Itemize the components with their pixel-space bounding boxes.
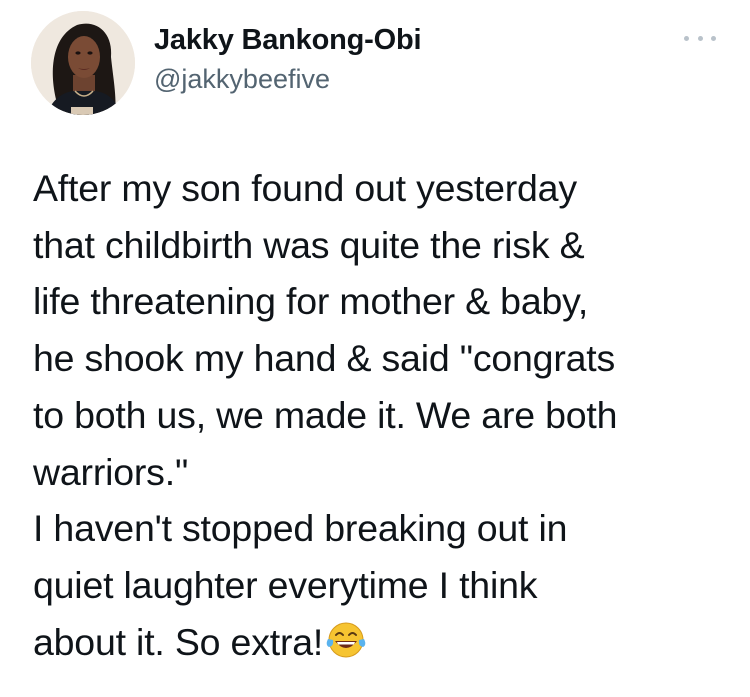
tweet-line-text: about it. So extra!: [33, 620, 324, 663]
more-horizontal-icon: [697, 35, 703, 41]
tweet-line: I haven't stopped breaking out in: [33, 507, 568, 550]
tweet-line: to both us, we made it. We are both: [33, 393, 618, 436]
tweet-line: After my son found out yesterday: [33, 167, 577, 209]
tweet-line: quiet laughter everytime I think: [33, 563, 538, 606]
author-handle[interactable]: @jakkybeefive: [154, 64, 330, 95]
avatar-photo: [31, 11, 135, 115]
tweet-card: Jakky Bankong-Obi @jakkybeefive After my…: [0, 0, 750, 697]
tweet-line: warriors.": [33, 450, 189, 493]
tweet-line: life threatening for mother & baby,: [33, 280, 589, 323]
more-horizontal-icon: [711, 35, 716, 41]
tears-of-joy-emoji-icon: [326, 622, 366, 658]
tweet-line: he shook my hand & said "congrats: [33, 337, 616, 380]
tweet-line: that childbirth was quite the risk &: [33, 223, 585, 266]
author-name[interactable]: Jakky Bankong-Obi: [154, 24, 422, 57]
more-options-button[interactable]: [684, 30, 716, 46]
tweet-line-last: about it. So extra!: [33, 614, 723, 671]
more-horizontal-icon: [684, 35, 689, 41]
avatar[interactable]: [31, 11, 135, 115]
tweet-text: After my son found out yesterday that ch…: [33, 160, 723, 670]
